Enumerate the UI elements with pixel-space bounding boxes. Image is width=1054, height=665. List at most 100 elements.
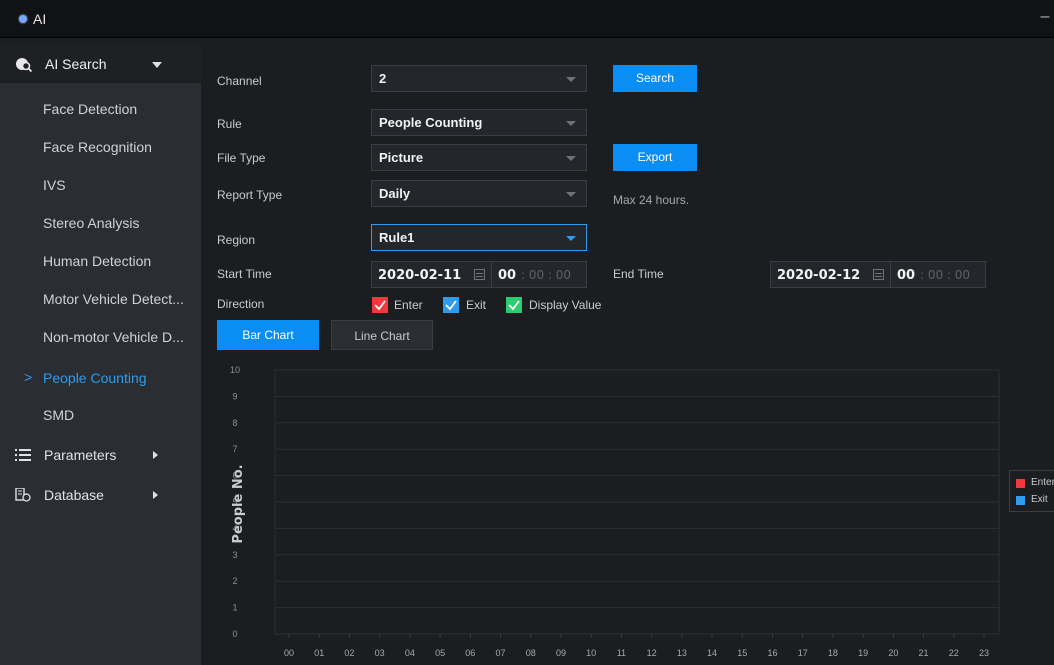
end-time-picker[interactable]: 2020-02-12 00 : 00 : 00 xyxy=(770,261,986,288)
enter-checkbox[interactable] xyxy=(372,297,388,313)
start-min-sec[interactable]: : 00 : 00 xyxy=(521,268,571,282)
legend-label-enter: Enter xyxy=(1031,477,1054,488)
x-tick-label: 17 xyxy=(798,648,808,658)
title-bar: AI – xyxy=(0,0,1054,38)
x-tick-label: 10 xyxy=(586,648,596,658)
main-panel: Channel 2 Search Rule People Counting Fi… xyxy=(201,45,1054,665)
x-tick-label: 18 xyxy=(828,648,838,658)
x-tick-label: 22 xyxy=(949,648,959,658)
exit-checkbox[interactable] xyxy=(443,297,459,313)
x-tick-label: 07 xyxy=(496,648,506,658)
sidebar-item-motor-vehicle[interactable]: Motor Vehicle Detect... xyxy=(0,281,201,318)
sidebar-header-label: AI Search xyxy=(45,56,107,72)
x-tick-label: 02 xyxy=(344,648,354,658)
sidebar-header-ai-search[interactable]: AI Search xyxy=(0,45,201,83)
region-label: Region xyxy=(217,233,256,247)
x-tick-label: 00 xyxy=(284,648,294,658)
y-tick-label: 7 xyxy=(232,444,237,454)
chevron-right-icon: > xyxy=(24,369,33,385)
x-tick-label: 20 xyxy=(888,648,898,658)
sidebar-item-human-detection[interactable]: Human Detection xyxy=(0,243,201,280)
display-value-label: Display Value xyxy=(529,298,602,312)
dropdown-arrow-icon xyxy=(566,236,576,241)
x-tick-label: 01 xyxy=(314,648,324,658)
x-tick-label: 12 xyxy=(647,648,657,658)
file-type-select[interactable]: Picture xyxy=(371,144,587,171)
start-time-picker[interactable]: 2020-02-11 00 : 00 : 00 xyxy=(371,261,587,288)
dropdown-arrow-icon xyxy=(566,121,576,126)
enter-label: Enter xyxy=(394,298,423,312)
sidebar-item-ivs[interactable]: IVS xyxy=(0,167,201,204)
x-tick-label: 08 xyxy=(526,648,536,658)
x-tick-label: 14 xyxy=(707,648,717,658)
search-button[interactable]: Search xyxy=(613,65,697,92)
channel-select[interactable]: 2 xyxy=(371,65,587,92)
sidebar-item-face-detection[interactable]: Face Detection xyxy=(0,91,201,128)
x-tick-label: 11 xyxy=(617,648,626,658)
x-tick-label: 21 xyxy=(919,648,929,658)
x-tick-label: 09 xyxy=(556,648,566,658)
legend-swatch-enter xyxy=(1016,479,1025,488)
end-min-sec[interactable]: : 00 : 00 xyxy=(920,268,970,282)
sidebar-group-parameters[interactable]: Parameters xyxy=(0,437,201,474)
tab-bar-chart[interactable]: Bar Chart xyxy=(217,320,319,350)
check-icon xyxy=(443,297,459,313)
start-date-value: 2020-02-11 xyxy=(378,268,462,283)
chart-legend: Enter Exit xyxy=(1009,470,1054,512)
y-tick-label: 0 xyxy=(232,629,237,639)
x-tick-label: 15 xyxy=(737,648,747,658)
sidebar-item-non-motor-vehicle[interactable]: Non-motor Vehicle D... xyxy=(0,319,201,356)
y-tick-label: 2 xyxy=(232,576,237,586)
exit-label: Exit xyxy=(466,298,487,312)
y-tick-label: 3 xyxy=(232,550,237,560)
x-tick-label: 13 xyxy=(677,648,687,658)
calendar-icon[interactable] xyxy=(474,269,485,280)
window-title: AI xyxy=(33,11,47,27)
x-tick-label: 04 xyxy=(405,648,415,658)
start-hour-value[interactable]: 00 xyxy=(498,268,516,283)
y-tick-label: 9 xyxy=(232,391,237,401)
y-tick-label: 8 xyxy=(232,418,237,428)
x-tick-label: 06 xyxy=(465,648,475,658)
minimize-button[interactable]: – xyxy=(1038,8,1052,26)
people-counting-chart: 01234567891000 01 02 03 04 05 06 07 08 09 10 11 12 13… xyxy=(230,365,1000,658)
sidebar-item-people-counting[interactable]: > People Counting xyxy=(0,360,201,397)
y-axis-label: People No. xyxy=(231,464,246,543)
channel-label: Channel xyxy=(217,74,262,88)
tab-line-chart[interactable]: Line Chart xyxy=(331,320,433,350)
dropdown-arrow-icon xyxy=(566,192,576,197)
rule-select[interactable]: People Counting xyxy=(371,109,587,136)
ai-search-icon xyxy=(16,58,33,72)
sidebar-item-smd[interactable]: SMD xyxy=(0,397,201,434)
check-icon xyxy=(506,297,522,313)
x-tick-label: 23 xyxy=(979,648,989,658)
end-time-label: End Time xyxy=(613,267,664,281)
x-tick-label: 05 xyxy=(435,648,445,658)
end-hour-value[interactable]: 00 xyxy=(897,268,915,283)
check-icon xyxy=(372,297,388,313)
calendar-icon[interactable] xyxy=(873,269,884,280)
database-icon xyxy=(15,488,31,502)
x-tick-label: 16 xyxy=(767,648,777,658)
legend-swatch-exit xyxy=(1016,496,1025,505)
sidebar-item-stereo-analysis[interactable]: Stereo Analysis xyxy=(0,205,201,242)
rule-label: Rule xyxy=(217,117,242,131)
region-select[interactable]: Rule1 xyxy=(371,224,587,251)
x-tick-label: 03 xyxy=(375,648,385,658)
report-type-select[interactable]: Daily xyxy=(371,180,587,207)
dropdown-arrow-icon xyxy=(566,156,576,161)
x-tick-label: 19 xyxy=(858,648,868,658)
sidebar-group-database[interactable]: Database xyxy=(0,477,201,514)
display-value-checkbox[interactable] xyxy=(506,297,522,313)
direction-label: Direction xyxy=(217,297,265,311)
chevron-down-icon xyxy=(152,62,162,68)
end-date-value: 2020-02-12 xyxy=(777,268,861,283)
chevron-right-icon xyxy=(153,491,158,499)
file-type-label: File Type xyxy=(217,151,266,165)
list-icon xyxy=(15,449,31,461)
y-tick-label: 1 xyxy=(232,603,237,613)
sidebar-item-face-recognition[interactable]: Face Recognition xyxy=(0,129,201,166)
sidebar: AI Search Face Detection Face Recognitio… xyxy=(0,45,201,665)
chevron-right-icon xyxy=(153,451,158,459)
export-button[interactable]: Export xyxy=(613,144,697,171)
